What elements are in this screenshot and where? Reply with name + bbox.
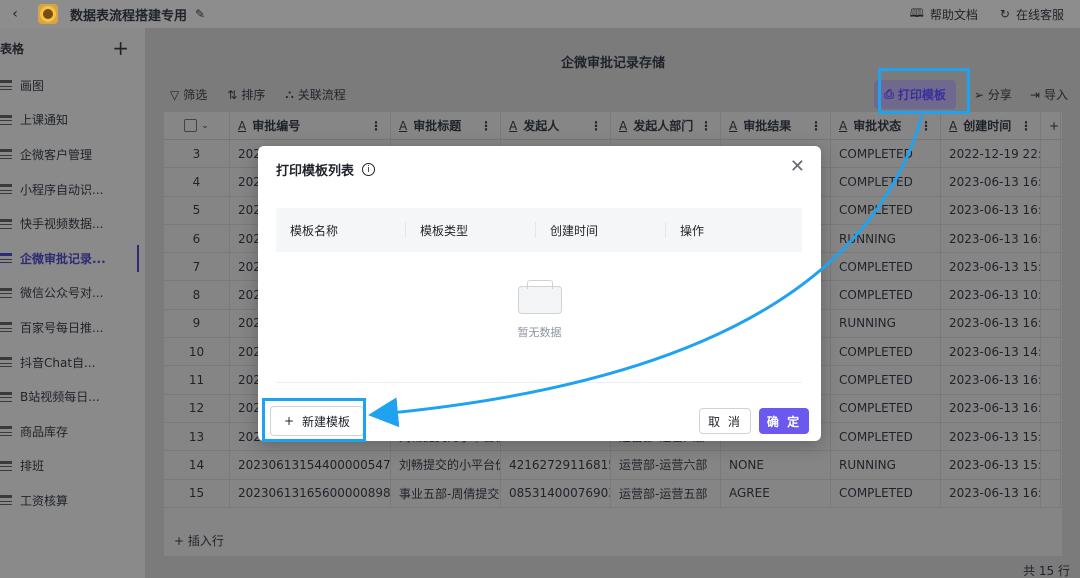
annotation-arrow (368, 115, 924, 428)
